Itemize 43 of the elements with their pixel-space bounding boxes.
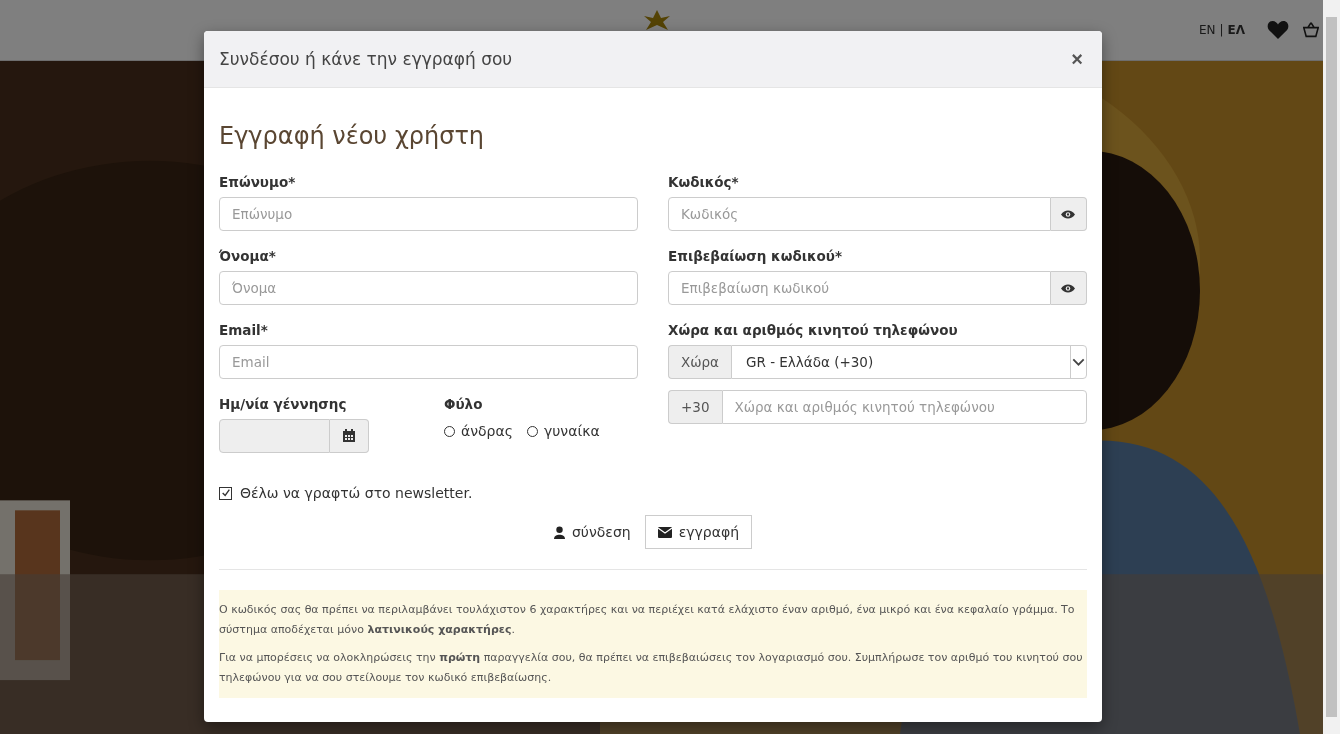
- phone-prefix: +30: [668, 390, 722, 424]
- country-addon: Χώρα: [668, 345, 732, 379]
- info-paragraph: Ο κωδικός σας θα πρέπει να περιλαμβάνει τουλάχιστον 6 χαρακτήρες και να περιέχει κατά ελάχιστο έναν αριθμό, ένα μικρό και ένα κεφαλαίο γράμμα. Το σύστημα αποδέχεται μόνο λατινικούς χαρακτήρες.: [219, 602, 1076, 638]
- eye-icon: [1061, 283, 1076, 293]
- input-field[interactable]: Επώνυμο: [219, 197, 638, 231]
- input-field[interactable]: Email: [219, 345, 638, 379]
- language-separator: |: [1219, 23, 1224, 37]
- heart-icon[interactable]: [1267, 20, 1289, 40]
- field-label: Κωδικός*: [668, 174, 740, 190]
- user-icon: [553, 525, 565, 539]
- basket-icon[interactable]: [1303, 22, 1319, 38]
- modal-title: Συνδέσου ή κάνε την εγγραφή σου: [219, 49, 513, 69]
- form-heading: Εγγραφή νέου χρήστη: [219, 122, 486, 150]
- show-password-button[interactable]: [1050, 197, 1087, 231]
- country-select[interactable]: GR - Ελλάδα (+30): [731, 345, 1087, 379]
- input-field[interactable]: Όνομα: [219, 271, 638, 305]
- scrollbar[interactable]: [1323, 0, 1340, 734]
- password-field[interactable]: Επιβεβαίωση κωδικού: [668, 271, 1051, 305]
- eye-icon: [1061, 209, 1076, 219]
- field-label: Επιβεβαίωση κωδικού*: [668, 248, 843, 264]
- field-label: Email*: [219, 322, 269, 338]
- phone-field[interactable]: Χώρα και αριθμός κινητού τηλεφώνου: [721, 390, 1087, 424]
- field-label: Φύλο: [444, 396, 484, 412]
- envelope-icon: [657, 526, 672, 538]
- calendar-icon: [342, 429, 356, 443]
- language-link[interactable]: EN: [1198, 23, 1216, 37]
- checkbox-label[interactable]: Θέλω να γραφτώ στο newsletter.: [240, 485, 473, 501]
- password-field[interactable]: Κωδικός: [668, 197, 1051, 231]
- language-link[interactable]: ΕΛ: [1227, 23, 1245, 37]
- info-paragraph: Για να μπορέσεις να ολοκληρώσεις την πρώτη παραγγελία σου, θα πρέπει να επιβεβαιώσεις τον λογαριασμό σου. Συμπλήρωσε τον αριθμό του κινητού σου τηλεφώνου για να σου στείλουμε τον κωδικό επιβεβαίωσης.: [219, 650, 1084, 686]
- register-button[interactable]: εγγραφή: [644, 515, 753, 549]
- login-link[interactable]: σύνδεση: [553, 524, 631, 540]
- show-password-button[interactable]: [1050, 271, 1087, 305]
- field-label: Επώνυμο*: [219, 174, 297, 190]
- close-button[interactable]: ×: [1067, 47, 1087, 71]
- field-label: Χώρα και αριθμός κινητού τηλεφώνου: [668, 322, 959, 338]
- radio-label[interactable]: άνδρας: [461, 423, 513, 439]
- checkbox[interactable]: [219, 486, 232, 500]
- caret-icon: [1070, 346, 1086, 378]
- radio-label[interactable]: γυναίκα: [543, 423, 600, 439]
- field-label: Όνομα*: [219, 248, 277, 264]
- calendar-button[interactable]: [330, 419, 369, 453]
- field-label: Ημ/νία γέννησης: [219, 396, 348, 412]
